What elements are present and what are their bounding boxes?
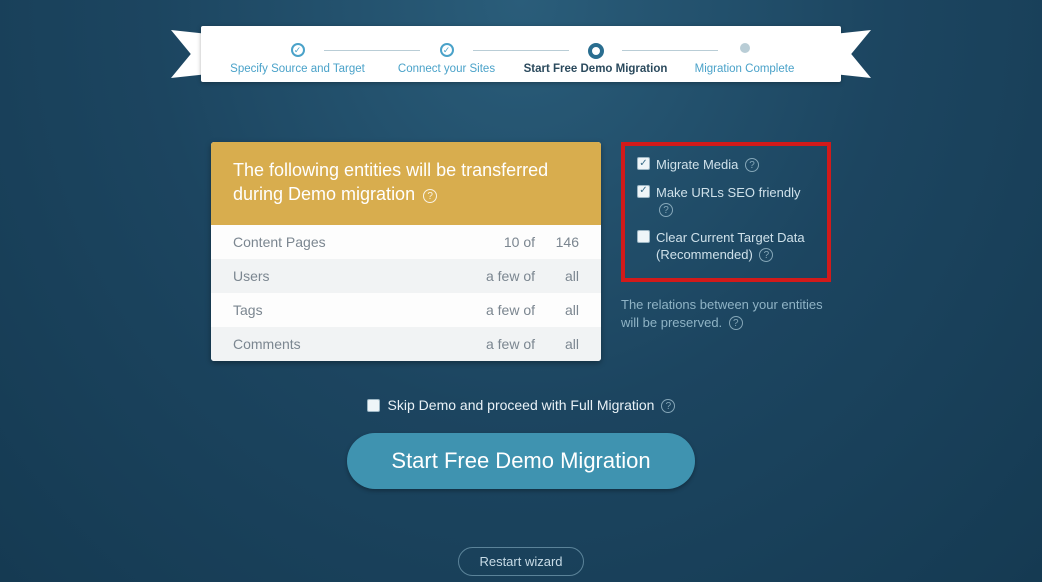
skip-demo-row[interactable]: Skip Demo and proceed with Full Migratio… <box>0 397 1042 413</box>
help-icon[interactable]: ? <box>659 203 673 217</box>
help-icon[interactable]: ? <box>729 316 743 330</box>
help-icon[interactable]: ? <box>661 399 675 413</box>
pending-step-icon <box>740 43 750 53</box>
step-migration-complete: Migration Complete <box>670 33 819 76</box>
migration-options-highlight: ✓ Migrate Media ? ✓ Make URLs SEO friend… <box>621 142 831 282</box>
checkbox-icon[interactable]: ✓ <box>637 157 650 170</box>
entity-row: Tags a few of all <box>211 293 601 327</box>
skip-demo-label: Skip Demo and proceed with Full Migratio… <box>388 397 655 413</box>
entity-label: Users <box>233 268 455 284</box>
entity-row: Content Pages 10 of 146 <box>211 225 601 259</box>
entity-label: Comments <box>233 336 455 352</box>
option-migrate-media[interactable]: ✓ Migrate Media ? <box>637 156 815 174</box>
step-label: Specify Source and Target <box>230 63 365 75</box>
options-column: ✓ Migrate Media ? ✓ Make URLs SEO friend… <box>621 142 831 332</box>
entities-card: The following entities will be transferr… <box>211 142 601 361</box>
active-step-icon <box>588 43 604 59</box>
entity-qty: a few of <box>455 336 535 352</box>
help-icon[interactable]: ? <box>423 189 437 203</box>
check-icon: ✓ <box>291 43 305 57</box>
start-demo-migration-button[interactable]: Start Free Demo Migration <box>347 433 694 489</box>
relations-preserved-note: The relations between your entities will… <box>621 296 831 332</box>
entity-label: Content Pages <box>233 234 455 250</box>
option-label: Clear Current Target Data (Recommended) <box>656 230 805 263</box>
check-icon: ✓ <box>440 43 454 57</box>
entity-row: Comments a few of all <box>211 327 601 361</box>
entity-total: 146 <box>535 234 579 250</box>
restart-wizard-button[interactable]: Restart wizard <box>458 547 583 576</box>
entity-total: all <box>535 302 579 318</box>
option-label: Make URLs SEO friendly <box>656 185 801 200</box>
step-label: Start Free Demo Migration <box>524 63 668 75</box>
step-demo-migration[interactable]: Start Free Demo Migration <box>521 33 670 76</box>
step-label: Connect your Sites <box>398 63 495 75</box>
entity-total: all <box>535 336 579 352</box>
option-label: Migrate Media <box>656 157 738 172</box>
checkbox-icon[interactable]: ✓ <box>637 185 650 198</box>
entities-heading: The following entities will be transferr… <box>233 160 548 204</box>
checkbox-icon[interactable] <box>637 230 650 243</box>
entity-row: Users a few of all <box>211 259 601 293</box>
entity-qty: a few of <box>455 268 535 284</box>
ribbon-tail-right <box>835 30 871 78</box>
option-seo-urls[interactable]: ✓ Make URLs SEO friendly ? <box>637 184 815 219</box>
step-label: Migration Complete <box>695 63 795 75</box>
step-connect-sites[interactable]: ✓ Connect your Sites <box>372 33 521 76</box>
step-specify-source[interactable]: ✓ Specify Source and Target <box>223 33 372 76</box>
entities-card-header: The following entities will be transferr… <box>211 142 601 225</box>
help-icon[interactable]: ? <box>759 248 773 262</box>
option-clear-target[interactable]: Clear Current Target Data (Recommended) … <box>637 229 815 264</box>
help-icon[interactable]: ? <box>745 158 759 172</box>
wizard-stepper: ✓ Specify Source and Target ✓ Connect yo… <box>0 26 1042 82</box>
stepper-ribbon: ✓ Specify Source and Target ✓ Connect yo… <box>201 26 841 82</box>
entity-label: Tags <box>233 302 455 318</box>
checkbox-icon[interactable] <box>367 399 380 412</box>
entity-qty: a few of <box>455 302 535 318</box>
entity-qty: 10 of <box>455 234 535 250</box>
entity-total: all <box>535 268 579 284</box>
